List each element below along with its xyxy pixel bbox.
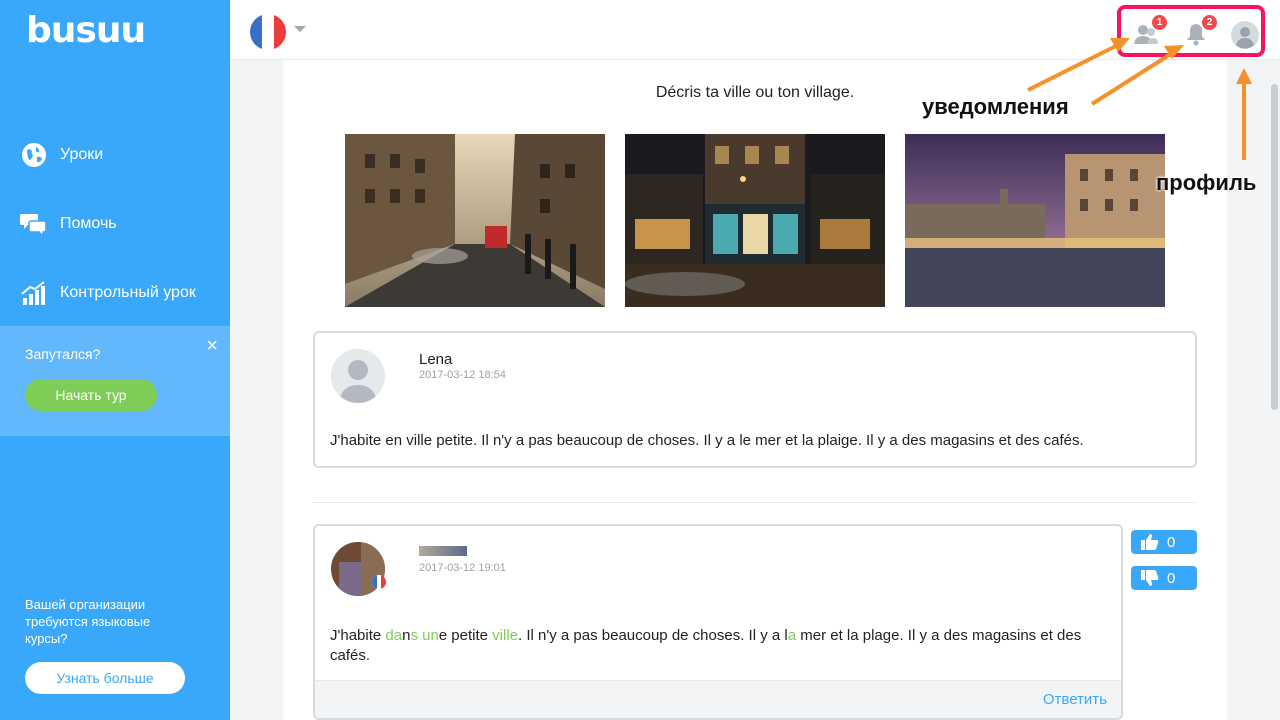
notifications-annotation: уведомления — [922, 94, 1069, 119]
annotation-arrows — [1027, 38, 1252, 160]
profile-annotation: профиль — [1156, 170, 1257, 195]
